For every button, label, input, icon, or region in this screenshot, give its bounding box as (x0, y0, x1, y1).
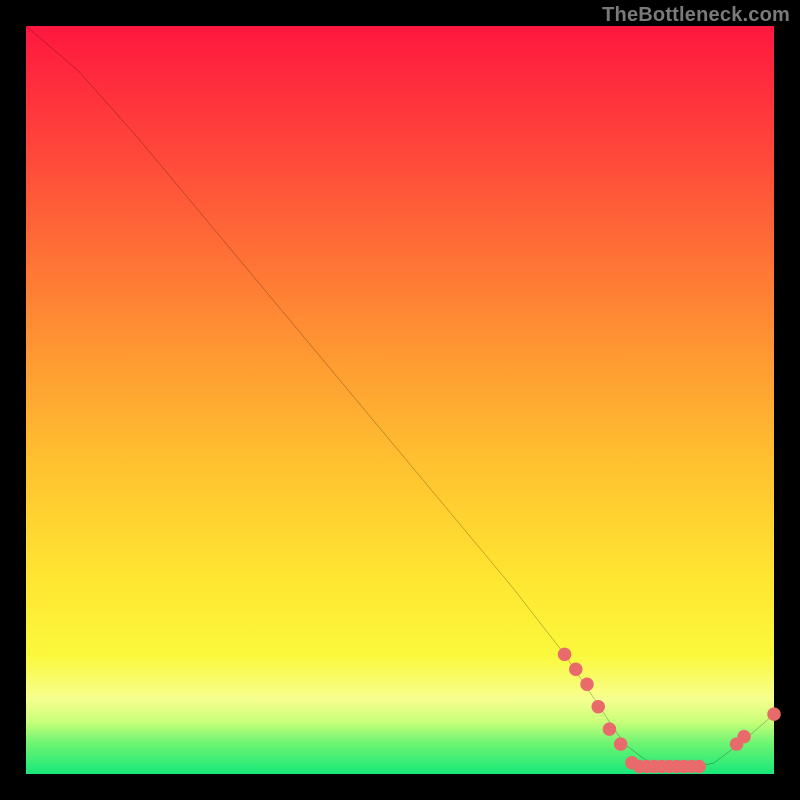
watermark-text: TheBottleneck.com (602, 4, 790, 27)
marker-group (558, 648, 781, 774)
data-marker (614, 737, 627, 750)
data-marker (603, 722, 616, 735)
data-marker (737, 730, 750, 743)
data-marker (580, 678, 593, 691)
chart-stage: TheBottleneck.com (0, 0, 800, 800)
chart-svg (26, 26, 774, 774)
data-marker (692, 760, 705, 773)
data-marker (569, 663, 582, 676)
bottleneck-curve (26, 26, 774, 770)
plot-area (26, 26, 774, 774)
data-marker (591, 700, 604, 713)
curve-group (26, 26, 774, 770)
data-marker (767, 707, 780, 720)
data-marker (558, 648, 571, 661)
